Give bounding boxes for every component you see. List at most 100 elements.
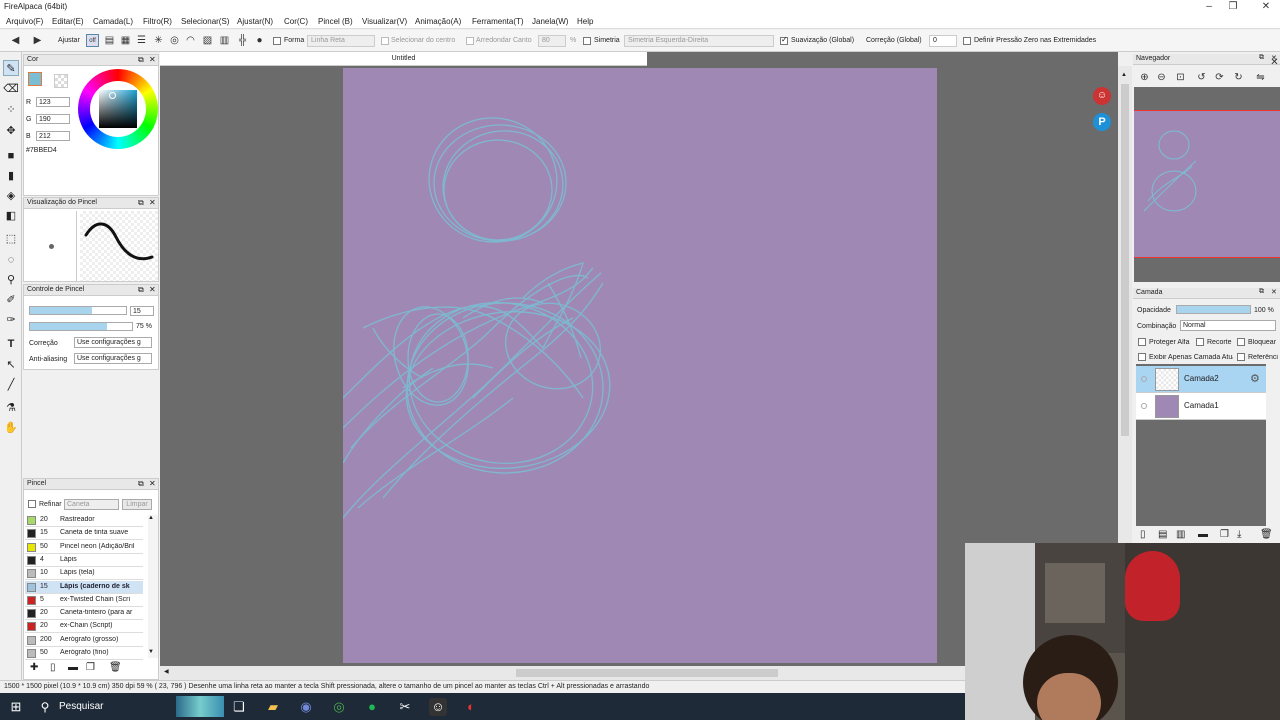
brush-size-input[interactable]: 15 [130, 306, 154, 316]
color-square[interactable] [99, 90, 137, 128]
rotate-right-icon[interactable]: ↻ [1232, 71, 1245, 84]
menu-help[interactable]: Help [577, 17, 593, 26]
dot-tool-icon[interactable]: ⁘ [3, 102, 19, 118]
lasso-tool-icon[interactable]: ◌ [3, 252, 19, 268]
navigator-viewport[interactable] [1134, 110, 1280, 258]
firealpaca-taskbar-icon[interactable]: ☺ [429, 698, 447, 716]
brush-list-item[interactable]: 10 Lápis (tela) [25, 567, 143, 581]
float-icon[interactable]: ⧉ [138, 479, 144, 489]
menu-ferramenta[interactable]: Ferramenta(T) [472, 17, 524, 26]
brush-shape-tool-icon[interactable]: ▮ [3, 168, 19, 184]
brush-list-item[interactable]: 20 Rastreador [25, 514, 143, 527]
menu-cor[interactable]: Cor(C) [284, 17, 308, 26]
folder-icon[interactable]: ▬ [1198, 529, 1208, 540]
clip-checkbox[interactable] [1196, 338, 1204, 346]
refinar-checkbox[interactable] [28, 500, 36, 508]
duplicate-layer-icon[interactable]: ❐ [1220, 529, 1229, 540]
brush-list-item[interactable]: 200 Aerógrafo (grosso) [25, 633, 143, 647]
artboard[interactable] [342, 68, 937, 663]
eyedropper-tool-icon[interactable]: ⚗ [3, 400, 19, 416]
horizontal-scroll-thumb[interactable] [516, 669, 778, 677]
color-wheel[interactable] [78, 69, 158, 149]
new-1bit-layer-icon[interactable]: ▥ [1176, 529, 1185, 540]
vertical-scroll-thumb[interactable] [1121, 84, 1129, 436]
r-input[interactable]: 123 [36, 97, 70, 107]
brush-list-item[interactable]: 4 Lápis [25, 553, 143, 567]
close-panel-icon[interactable]: ✕ [1271, 288, 1277, 296]
hand-tool-icon[interactable]: ✋ [3, 420, 19, 436]
close-icon[interactable]: ✕ [1255, 0, 1277, 14]
add-brush-icon[interactable]: ✚ [30, 662, 38, 673]
selecionar-centro-checkbox[interactable] [381, 37, 389, 45]
brush-list-scrollbar[interactable]: ▲ ▼ [148, 515, 158, 658]
arredondar-input[interactable]: 80 [538, 35, 566, 47]
brush-list-item[interactable]: 50 Pincel neon (Adição/Bril [25, 540, 143, 554]
snap-radial-icon[interactable]: ✳ [152, 34, 165, 47]
show-only-checkbox[interactable] [1138, 353, 1146, 361]
eye-icon[interactable] [1141, 376, 1147, 382]
blend-select[interactable]: Normal [1180, 320, 1276, 331]
eraser-tool-icon[interactable]: ⌫ [3, 81, 19, 97]
antialiasing-select[interactable]: Use configurações g [74, 353, 152, 364]
magic-wand-tool-icon[interactable]: ⚲ [3, 272, 19, 288]
float-icon[interactable]: ⧉ [138, 198, 144, 208]
menu-editar[interactable]: Editar(E) [52, 17, 84, 26]
brush-list-item[interactable]: 20 Caneta-tinteiro (para ar [25, 607, 143, 621]
task-view-icon[interactable]: ❏ [230, 698, 248, 716]
p-icon[interactable]: P [1093, 113, 1111, 131]
zoom-out-icon[interactable]: ⊖ [1155, 71, 1168, 84]
snap-circle-icon[interactable]: ◎ [168, 34, 181, 47]
flip-icon[interactable]: ⇋ [1254, 71, 1267, 84]
brush-list-item[interactable]: 20 ex-Chain (Script) [25, 620, 143, 634]
suavizacao-checkbox[interactable] [780, 35, 788, 45]
brush-size-slider[interactable] [29, 306, 127, 315]
layer-opacity-slider[interactable] [1176, 305, 1251, 314]
layer-item[interactable]: Camada2 ⚙ [1136, 366, 1266, 393]
rotate-reset-icon[interactable]: ⟳ [1213, 71, 1226, 84]
menu-janela[interactable]: Janela(W) [532, 17, 568, 26]
float-icon[interactable]: ⧉ [1259, 288, 1264, 296]
doc-tab[interactable]: Untitled [160, 52, 647, 66]
minimize-icon[interactable]: – [1198, 0, 1220, 14]
divide-tool-icon[interactable]: ╱ [3, 377, 19, 393]
brush-tool-icon[interactable]: ✎ [3, 60, 19, 76]
file-explorer-icon[interactable]: ▰ [264, 698, 282, 716]
bucket-tool-icon[interactable]: ◈ [3, 188, 19, 204]
trash-icon[interactable]: 🗑 [109, 662, 122, 673]
protect-alpha-checkbox[interactable] [1138, 338, 1146, 346]
snap-off-button[interactable]: off [86, 34, 99, 47]
menu-visualizar[interactable]: Visualizar(V) [362, 17, 407, 26]
limpar-button[interactable]: Limpar [122, 499, 152, 510]
lock-checkbox[interactable] [1237, 338, 1245, 346]
menu-ajustar[interactable]: Ajustar(N) [237, 17, 273, 26]
menu-selecionar[interactable]: Selecionar(S) [181, 17, 229, 26]
rotate-left-icon[interactable]: ↺ [1195, 71, 1208, 84]
search-icon[interactable]: ⚲ [36, 698, 54, 716]
merge-down-icon[interactable]: ⤓ [1237, 529, 1241, 540]
new-brush-icon[interactable]: ▯ [50, 662, 56, 673]
zoom-in-icon[interactable]: ⊕ [1138, 71, 1151, 84]
reference-checkbox[interactable] [1237, 353, 1245, 361]
fit-view-icon[interactable]: ⊡ [1174, 71, 1187, 84]
simetria-select[interactable]: Simetria Esquerda-Direita [624, 35, 774, 47]
brush-opacity-slider[interactable] [29, 322, 133, 331]
snap-dot-icon[interactable]: ● [253, 34, 266, 47]
snap-3d-icon[interactable]: ▥ [218, 34, 231, 47]
spotify-icon[interactable]: ● [363, 698, 381, 716]
operation-tool-icon[interactable]: ↖ [3, 357, 19, 373]
forma-checkbox[interactable] [273, 37, 281, 45]
prev-icon[interactable]: ◀ [9, 34, 22, 47]
text-tool-icon[interactable]: T [3, 336, 19, 352]
new-layer-icon[interactable]: ▯ [1140, 529, 1146, 540]
layer-item[interactable]: Camada1 [1136, 393, 1266, 420]
b-input[interactable]: 212 [36, 131, 70, 141]
folder-icon[interactable]: ▬ [68, 662, 78, 673]
select-eraser-tool-icon[interactable]: ✑ [3, 312, 19, 328]
discord-icon[interactable]: ◉ [297, 698, 315, 716]
select-tool-icon[interactable]: ⬚ [3, 231, 19, 247]
chrome-icon[interactable]: ◎ [330, 698, 348, 716]
move-tool-icon[interactable]: ✥ [3, 123, 19, 139]
menu-arquivo[interactable]: Arquivo(F) [6, 17, 43, 26]
brush-search-input[interactable]: Caneta [64, 499, 119, 510]
arredondar-checkbox[interactable] [466, 37, 474, 45]
